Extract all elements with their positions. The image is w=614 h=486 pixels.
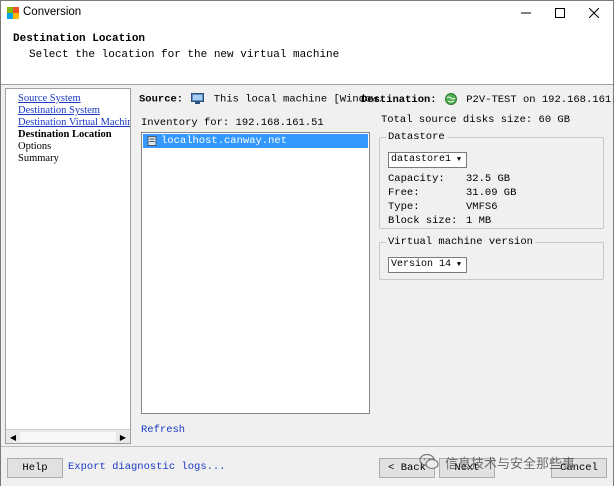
datastore-group: Datastore datastore1 ▼ Capacity: 32.5 GB… [379,131,604,229]
property-row: Free: 31.09 GB [388,186,588,200]
property-value: VMFS6 [466,201,498,213]
datastore-select[interactable]: datastore1 ▼ [388,152,467,168]
refresh-link[interactable]: Refresh [141,424,185,436]
export-diagnostic-logs-link[interactable]: Export diagnostic logs... [68,461,226,473]
property-row: Block size: 1 MB [388,214,588,228]
vm-globe-icon [444,93,457,105]
property-key: Type: [388,201,420,213]
source-info: Source: This local machine [Window… [139,93,384,105]
vmware-converter-icon [6,6,20,20]
step-destination-system[interactable]: Destination System [18,105,130,117]
window-title: Conversion [23,6,82,18]
scroll-right-icon[interactable]: ▶ [117,431,129,443]
scrollbar-thumb[interactable] [20,432,116,442]
page-subtitle: Select the location for the new virtual … [29,49,340,61]
wizard-header: Destination Location Select the location… [1,25,613,85]
host-icon [147,136,157,146]
monitor-icon [191,93,205,104]
step-source-system[interactable]: Source System [18,93,130,105]
vm-version-group: Virtual machine version Version 14 ▼ [379,236,604,280]
step-options: Options [18,141,52,152]
datastore-properties: Capacity: 32.5 GB Free: 31.09 GB Type: V… [388,172,588,228]
step-destination-virtual-machine[interactable]: Destination Virtual Machine [18,117,130,129]
maximize-icon [555,8,565,18]
property-value: 1 MB [466,215,492,227]
step-summary: Summary [18,153,59,164]
close-icon [589,8,599,18]
main-content: Source: This local machine [Window… Dest… [133,88,614,444]
steps-horizontal-scrollbar[interactable]: ◀ ▶ [6,429,130,443]
page-title: Destination Location [13,33,146,45]
inventory-tree[interactable]: localhost.canway.net [141,132,370,414]
total-disk-size: Total source disks size: 60 GB [381,114,571,126]
vm-version-group-label: Virtual machine version [386,236,535,248]
property-value: 32.5 GB [466,173,511,185]
inventory-label: Inventory for: 192.168.161.51 [141,117,324,129]
datastore-selected-value: datastore1 [391,154,452,165]
destination-info: Destination: P2V-TEST on 192.168.161.5… [361,93,614,106]
property-key: Capacity: [388,173,445,185]
host-name: localhost.canway.net [161,135,288,147]
scroll-left-icon[interactable]: ◀ [7,431,19,443]
wechat-watermark: 信息技术与安全那些事 [419,449,575,475]
close-button[interactable] [577,1,611,25]
wechat-logo-icon [419,453,439,470]
chevron-down-icon[interactable]: ▼ [453,154,465,166]
watermark-text: 信息技术与安全那些事 [445,456,576,472]
datastore-group-label: Datastore [386,131,447,143]
destination-value: P2V-TEST on 192.168.161.5… [466,93,614,106]
minimize-button[interactable] [509,1,543,25]
title-bar[interactable]: Conversion [1,1,613,25]
wizard-steps-panel: Source System Destination System Destina… [5,88,131,444]
property-key: Free: [388,187,420,199]
minimize-icon [521,12,531,14]
destination-label: Destination: [361,93,437,106]
tree-item-host[interactable]: localhost.canway.net [143,134,368,148]
vm-version-selected-value: Version 14 [391,259,452,270]
step-destination-location: Destination Location [18,129,112,140]
source-destination-bar: Source: This local machine [Window… Dest… [139,91,614,107]
property-row: Capacity: 32.5 GB [388,172,588,186]
source-value: This local machine [Window… [213,93,384,106]
property-row: Type: VMFS6 [388,200,588,214]
chevron-down-icon[interactable]: ▼ [453,259,465,271]
help-button[interactable]: Help [7,458,63,478]
wizard-steps-list: Source System Destination System Destina… [18,93,130,165]
property-key: Block size: [388,215,458,227]
source-label: Source: [139,93,184,106]
vm-version-select[interactable]: Version 14 ▼ [388,257,467,273]
property-value: 31.09 GB [466,187,517,199]
maximize-button[interactable] [543,1,577,25]
conversion-window: Conversion Destination Location Select t… [0,0,614,486]
